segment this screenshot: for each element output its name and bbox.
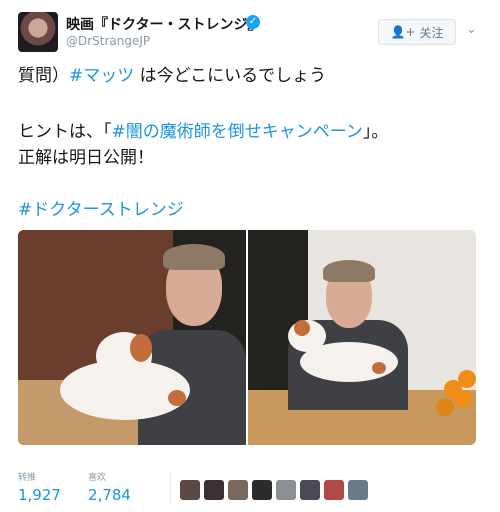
liker-avatar[interactable] [228,480,248,500]
plush-cat-spot [372,362,386,374]
retweets-count[interactable]: 1,927 [18,486,61,504]
hashtag-link[interactable]: #闇の魔術師を倒せキャンペーン [112,122,363,142]
account-display-name[interactable]: 映画『ドクター・ストレンジ』 [66,14,261,34]
person-hair [323,260,375,282]
hashtag-link[interactable]: #ドクターストレンジ [18,198,488,223]
photo-left[interactable] [18,230,246,445]
tweet-text-line-1: 質問）#マッツ は今どこにいるでしょう [18,64,488,89]
orange-fruit [458,370,476,388]
likes-label: 喜欢 [88,473,107,483]
tweet-text: 」。 [362,122,389,142]
tweet-text: は今どこにいるでしょう [134,66,327,86]
account-handle[interactable]: @DrStrangeJP [66,34,150,48]
liker-avatar[interactable] [348,480,368,500]
liker-avatar[interactable] [276,480,296,500]
tweet-text-line-3: 正解は明日公開！ [18,148,154,168]
follow-button-label: 关注 [419,25,444,40]
tweet-text-line-2: ヒントは、「#闇の魔術師を倒せキャンペーン」。 [18,120,488,145]
tweet-media[interactable] [18,230,476,445]
liker-avatar[interactable] [180,480,200,500]
person-hair [163,244,225,270]
tweet-text: ヒントは、「 [18,122,112,142]
person-plus-icon: 👤+ [390,25,416,39]
tweet-text: 質問） [18,66,69,86]
hashtag-link[interactable]: #マッツ [69,66,134,86]
tweet-stats: 转推 1,927 喜欢 2,784 [18,470,488,506]
chevron-down-icon[interactable]: ⌄ [466,22,477,37]
verified-icon: ✓ [246,15,260,29]
liker-avatar[interactable] [252,480,272,500]
photo-right[interactable] [248,230,476,445]
orange-fruit [436,398,454,416]
plush-cat-spot [168,390,186,406]
follow-button[interactable]: 👤+ 关注 [378,19,456,45]
tweet-header: 映画『ドクター・ストレンジ』 ✓ @DrStrangeJP 👤+ 关注 ⌄ [0,0,500,60]
stats-divider [170,472,171,504]
orange-fruit [454,390,472,408]
retweets-label: 转推 [18,473,37,483]
liker-avatar[interactable] [324,480,344,500]
liker-avatar[interactable] [204,480,224,500]
plush-cat-spot [294,320,310,336]
plush-cat-spot [130,334,152,362]
account-avatar[interactable] [18,12,58,52]
likes-count[interactable]: 2,784 [88,486,131,504]
liker-avatar[interactable] [300,480,320,500]
